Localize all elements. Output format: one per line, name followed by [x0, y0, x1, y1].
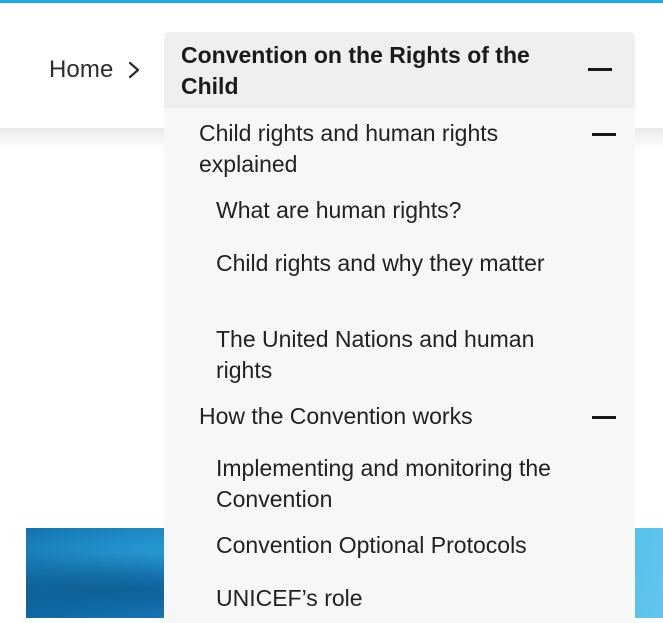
section-collapse-minus-icon[interactable]: [592, 416, 616, 419]
section-collapse-minus-icon[interactable]: [592, 133, 616, 136]
collapse-minus-icon[interactable]: [588, 68, 612, 71]
menu-item-implementing-monitoring[interactable]: Implementing and monitoring the Conventi…: [216, 453, 561, 515]
dropdown-title: Convention on the Rights of the Child: [181, 42, 530, 99]
chevron-right-icon: [129, 61, 140, 79]
menu-section-child-rights[interactable]: Child rights and human rights explained: [199, 118, 559, 180]
breadcrumb: Home: [49, 56, 141, 84]
menu-item-child-rights-why-matter[interactable]: Child rights and why they matter: [216, 248, 561, 279]
menu-item-un-and-human-rights[interactable]: The United Nations and human rights: [216, 324, 561, 386]
top-accent-border: [0, 0, 663, 6]
menu-section-how-convention-works[interactable]: How the Convention works: [199, 401, 559, 432]
menu-item-what-are-human-rights[interactable]: What are human rights?: [216, 195, 561, 226]
breadcrumb-home-link[interactable]: Home: [49, 56, 113, 84]
dropdown-menu: Child rights and human rights explained …: [164, 108, 635, 623]
menu-item-optional-protocols[interactable]: Convention Optional Protocols: [216, 530, 561, 561]
dropdown-header[interactable]: Convention on the Rights of the Child: [164, 32, 635, 108]
menu-item-unicef-role[interactable]: UNICEF’s role: [216, 583, 561, 614]
